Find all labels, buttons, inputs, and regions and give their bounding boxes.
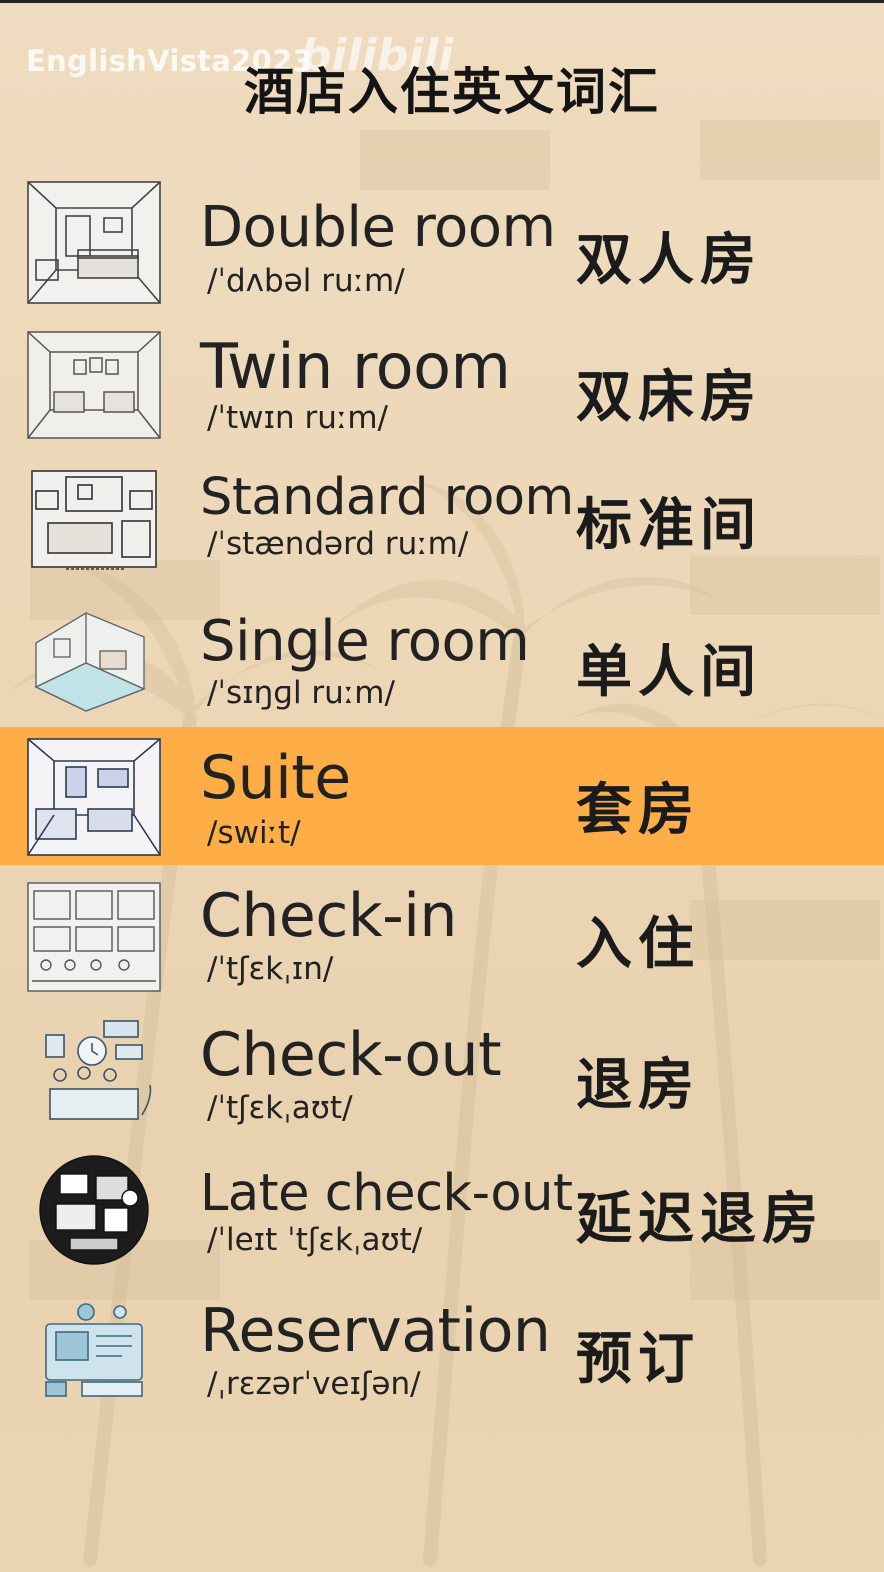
phonetic-transcription: /ˈleɪt ˈtʃɛkˌaʊt/ — [207, 1222, 423, 1258]
phonetic-transcription: /ˈsɪŋɡl ruːm/ — [207, 675, 395, 711]
vocab-row-single-room: Single room /ˈsɪŋɡl ruːm/ 单人间 — [0, 595, 884, 720]
chinese-translation: 延迟退房 — [576, 1186, 824, 1252]
chinese-translation: 入住 — [576, 911, 700, 977]
check-out-icon — [26, 1015, 162, 1135]
english-word: Suite — [200, 743, 351, 813]
english-word: Check-in — [200, 881, 457, 951]
page-title: 酒店入住英文词汇 — [244, 62, 660, 121]
check-in-icon — [26, 881, 162, 993]
english-word: Reservation — [200, 1296, 551, 1366]
vocab-row-suite-highlighted: Suite /swiːt/ 套房 — [0, 727, 884, 865]
vocab-row-twin-room: Twin room /ˈtwɪn ruːm/ 双床房 — [0, 320, 884, 450]
english-word: Standard room — [200, 468, 574, 527]
top-edge-bar — [0, 0, 884, 3]
vocab-row-reservation: Reservation /ˌrɛzərˈveɪʃən/ 预订 — [0, 1290, 884, 1410]
suite-icon — [26, 737, 162, 857]
phonetic-transcription: /ˈtʃɛkˌaʊt/ — [207, 1090, 353, 1126]
chinese-translation: 套房 — [576, 777, 700, 843]
reservation-icon — [26, 1298, 162, 1404]
phonetic-transcription: /swiːt/ — [207, 815, 301, 851]
double-room-icon — [26, 180, 162, 305]
vocab-row-check-out: Check-out /ˈtʃɛkˌaʊt/ 退房 — [0, 1010, 884, 1140]
vocab-row-standard-room: Standard room /ˈstændərd ruːm/ 标准间 — [0, 460, 884, 575]
single-room-icon — [26, 603, 162, 713]
chinese-translation: 预订 — [576, 1326, 700, 1392]
phonetic-transcription: /ˈtʃɛkˌɪn/ — [207, 951, 334, 987]
phonetic-transcription: /ˌrɛzərˈveɪʃən/ — [207, 1366, 421, 1402]
vocab-row-late-check-out: Late check-out /ˈleɪt ˈtʃɛkˌaʊt/ 延迟退房 — [0, 1150, 884, 1270]
chinese-translation: 单人间 — [576, 639, 762, 705]
phonetic-transcription: /ˈtwɪn ruːm/ — [207, 400, 388, 436]
english-word: Late check-out — [200, 1164, 573, 1223]
phonetic-transcription: /ˈstændərd ruːm/ — [207, 526, 469, 562]
english-word: Twin room — [200, 330, 511, 403]
chinese-translation: 双人房 — [576, 227, 762, 293]
twin-room-icon — [26, 330, 162, 440]
english-word: Check-out — [200, 1020, 502, 1090]
english-word: Single room — [200, 609, 530, 674]
english-word: Double room — [200, 195, 556, 260]
phonetic-transcription: /ˈdʌbəl ruːm/ — [207, 263, 405, 299]
chinese-translation: 双床房 — [576, 364, 762, 430]
vocab-row-check-in: Check-in /ˈtʃɛkˌɪn/ 入住 — [0, 875, 884, 1000]
standard-room-icon — [26, 465, 162, 573]
chinese-translation: 标准间 — [576, 492, 762, 558]
vocab-row-double-room: Double room /ˈdʌbəl ruːm/ 双人房 — [0, 175, 884, 310]
chinese-translation: 退房 — [576, 1052, 700, 1118]
late-check-out-icon — [26, 1154, 162, 1266]
